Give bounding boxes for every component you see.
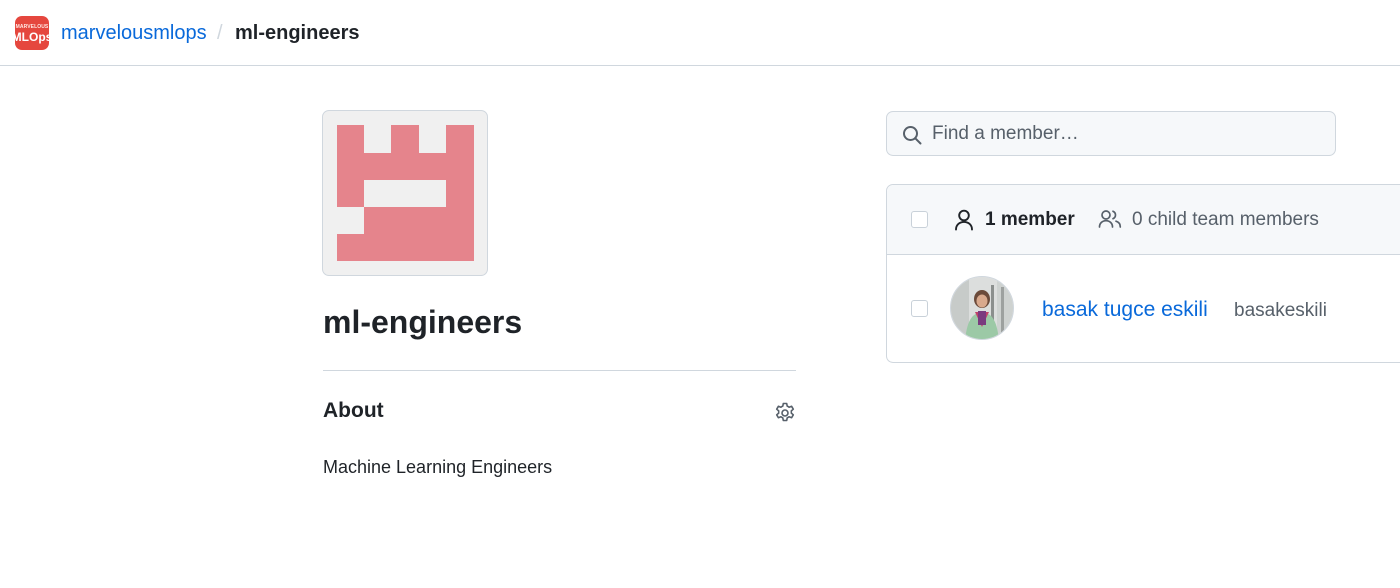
avatar[interactable]: [950, 276, 1014, 340]
top-bar: MARVELOUS MLOps marvelousmlops / ml-engi…: [0, 0, 1400, 66]
about-heading: About: [323, 399, 384, 422]
person-icon: [955, 209, 973, 231]
member-row: basak tugce eskili basakeskili: [887, 255, 1400, 363]
search-icon: [903, 126, 922, 145]
people-icon: [1098, 210, 1122, 228]
breadcrumb-separator: /: [217, 22, 223, 44]
member-checkbox[interactable]: [911, 300, 928, 317]
member-search-input[interactable]: [932, 112, 1327, 155]
team-avatar: [322, 110, 488, 276]
about-settings-button[interactable]: [771, 399, 799, 427]
select-all-checkbox[interactable]: [911, 211, 928, 228]
team-identicon: [337, 125, 474, 261]
member-photo: [951, 277, 1013, 339]
member-count-tab[interactable]: 1 member: [985, 208, 1075, 232]
org-logo-line2: MLOps: [15, 29, 49, 44]
child-team-members-tab[interactable]: 0 child team members: [1132, 208, 1319, 232]
about-description: Machine Learning Engineers: [323, 457, 553, 477]
team-name: ml-engineers: [323, 304, 523, 340]
org-logo[interactable]: MARVELOUS MLOps: [15, 16, 49, 50]
member-search[interactable]: [886, 111, 1336, 156]
members-header: 1 member 0 child team members: [887, 185, 1400, 255]
breadcrumb-team: ml-engineers: [235, 22, 360, 44]
org-logo-line1: MARVELOUS: [15, 23, 49, 30]
member-login: basakeskili: [1234, 300, 1327, 321]
member-name-link[interactable]: basak tugce eskili: [1042, 297, 1208, 323]
breadcrumb-org-link[interactable]: marvelousmlops: [61, 21, 207, 45]
divider: [323, 370, 796, 371]
members-list: 1 member 0 child team members basak tugc…: [886, 184, 1400, 363]
gear-icon: [775, 402, 795, 422]
